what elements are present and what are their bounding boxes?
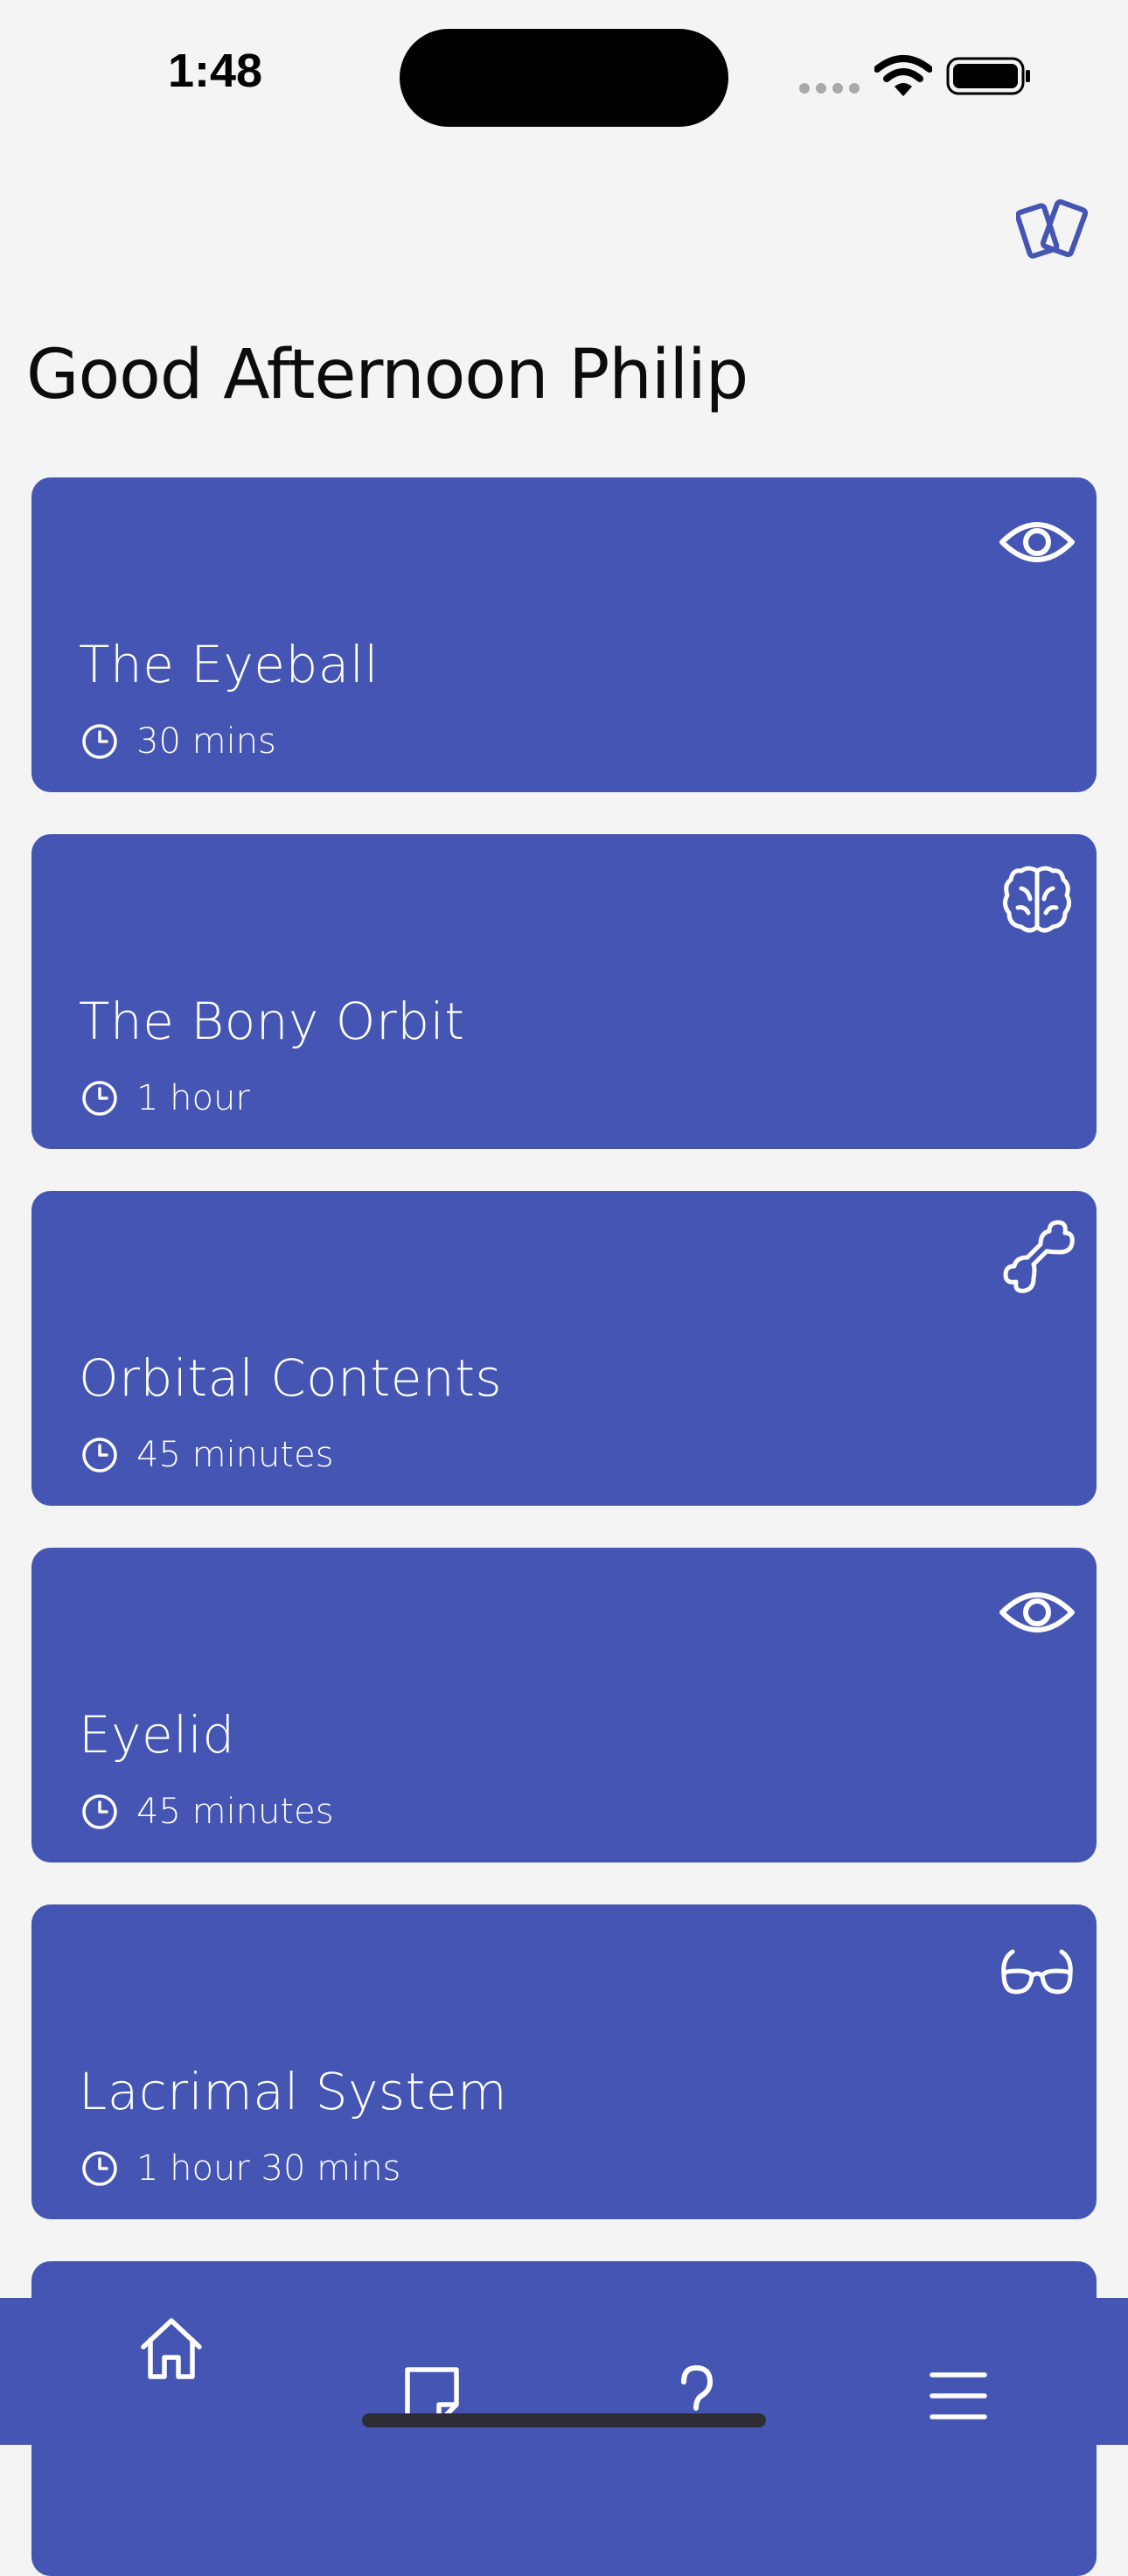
cellular-signal-icon [799, 83, 860, 94]
lesson-card-lacrimal-system[interactable]: Lacrimal System 1 hour 30 mins [31, 1904, 1097, 2219]
eye-icon [999, 522, 1075, 562]
card-title: The Eyeball [79, 635, 379, 694]
clock-icon [82, 1438, 117, 1472]
card-duration: 45 minutes [80, 1434, 334, 1476]
bottom-nav [0, 2298, 1128, 2445]
status-time: 1:48 [167, 45, 263, 97]
lesson-card-the-eyeball[interactable]: The Eyeball 30 mins [31, 477, 1097, 792]
lesson-card-the-bony-orbit[interactable]: The Bony Orbit 1 hour [31, 834, 1097, 1149]
wifi-icon [874, 55, 932, 96]
dynamic-island [400, 29, 728, 127]
duration-text: 45 minutes [136, 1792, 334, 1832]
duration-text: 45 minutes [136, 1435, 334, 1475]
status-bar: 1:48 [0, 0, 1128, 149]
home-indicator [362, 2413, 766, 2427]
card-title: Lacrimal System [79, 2062, 508, 2121]
clock-icon [82, 1794, 117, 1829]
card-duration: 45 minutes [80, 1791, 334, 1833]
duration-text: 1 hour [136, 1078, 250, 1118]
card-duration: 1 hour [80, 1077, 250, 1119]
bone-icon [1003, 1220, 1075, 1293]
home-icon[interactable] [135, 2312, 208, 2385]
greeting-heading: Good Afternoon Philip [26, 336, 749, 414]
clock-icon [82, 724, 117, 759]
duration-text: 1 hour 30 mins [136, 2148, 401, 2189]
duration-text: 30 mins [136, 721, 276, 762]
glasses-icon [1001, 1949, 1073, 1995]
lesson-card-orbital-contents[interactable]: Orbital Contents 45 minutes [31, 1191, 1097, 1506]
clock-icon [82, 1081, 117, 1116]
card-duration: 1 hour 30 mins [80, 2148, 400, 2190]
card-title: Orbital Contents [79, 1348, 503, 1408]
brain-icon [1002, 866, 1072, 933]
battery-icon [946, 57, 1030, 95]
card-title: Eyelid [79, 1705, 235, 1765]
lesson-card-eyelid[interactable]: Eyelid 45 minutes [31, 1548, 1097, 1862]
card-duration: 30 mins [80, 721, 276, 762]
menu-icon[interactable] [922, 2359, 995, 2433]
eye-icon [999, 1592, 1075, 1633]
clock-icon [82, 2151, 117, 2186]
flashcards-icon[interactable] [1016, 196, 1093, 262]
card-title: The Bony Orbit [79, 992, 465, 1051]
